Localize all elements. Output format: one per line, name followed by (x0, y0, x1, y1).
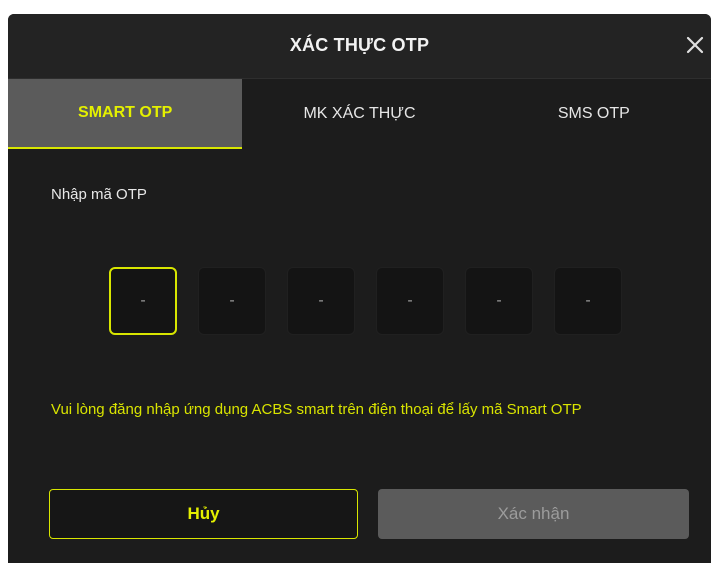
otp-method-tabs: SMART OTP MK XÁC THỰC SMS OTP (8, 79, 711, 149)
cancel-button[interactable]: Hủy (49, 489, 358, 539)
otp-digit-6[interactable]: - (554, 267, 622, 335)
otp-digit-3[interactable]: - (287, 267, 355, 335)
otp-digit-2[interactable]: - (198, 267, 266, 335)
close-button[interactable] (681, 31, 709, 59)
otp-digit-5[interactable]: - (465, 267, 533, 335)
otp-digit-4[interactable]: - (376, 267, 444, 335)
tab-sms-otp[interactable]: SMS OTP (477, 79, 711, 149)
otp-digit-1[interactable]: - (109, 267, 177, 335)
tab-smart-otp[interactable]: SMART OTP (8, 79, 243, 149)
otp-dialog: XÁC THỰC OTP SMART OTP MK XÁC THỰC SMS O… (8, 14, 711, 563)
dialog-header: XÁC THỰC OTP (8, 14, 711, 79)
close-icon (686, 36, 704, 54)
tab-mk-xac-thuc[interactable]: MK XÁC THỰC (242, 79, 476, 149)
smart-otp-hint: Vui lòng đăng nhập ứng dụng ACBS smart t… (51, 401, 582, 418)
otp-input-group: - - - - - - (109, 267, 622, 335)
dialog-title: XÁC THỰC OTP (289, 35, 430, 55)
confirm-button[interactable]: Xác nhận (378, 489, 689, 539)
otp-input-label: Nhập mã OTP (51, 186, 147, 203)
